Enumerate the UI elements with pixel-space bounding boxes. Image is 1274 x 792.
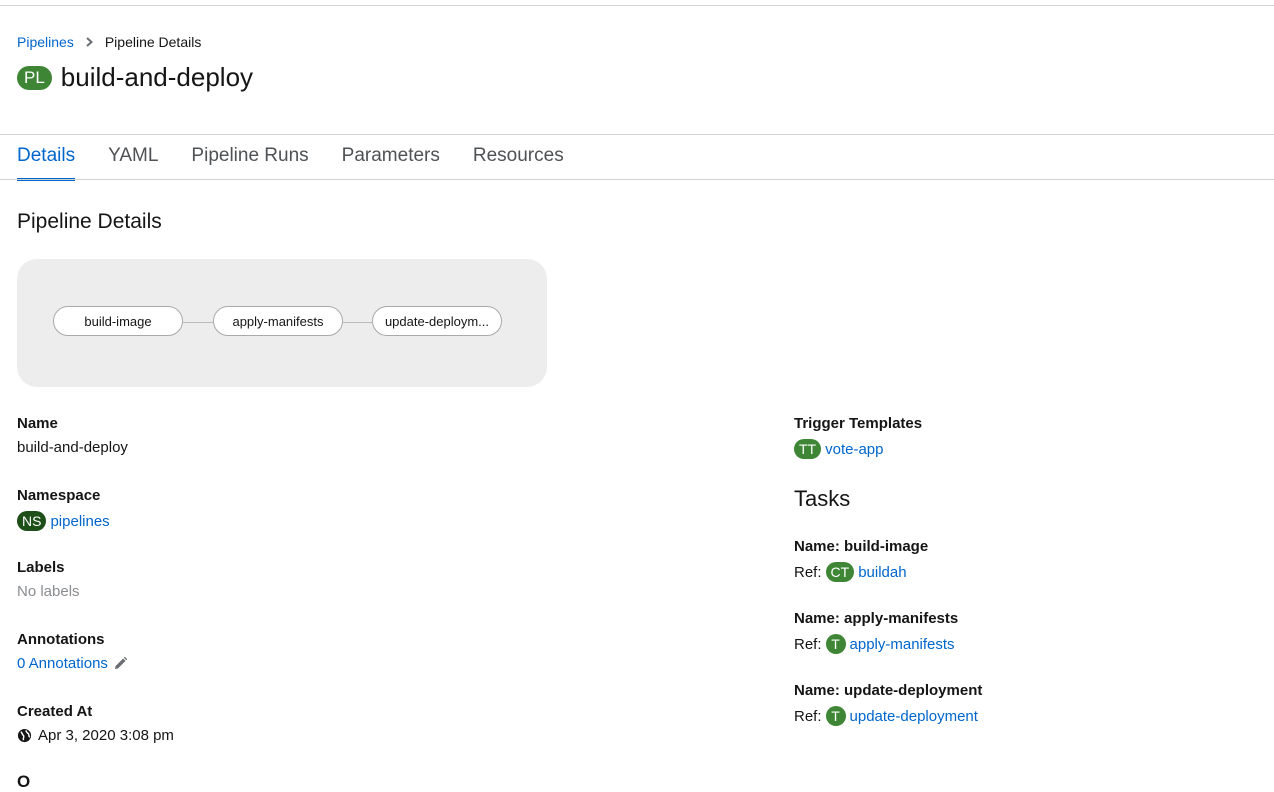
created-at-value: Apr 3, 2020 3:08 pm bbox=[38, 727, 174, 744]
tab-details[interactable]: Details bbox=[17, 135, 76, 181]
breadcrumb-current: Pipeline Details bbox=[104, 34, 202, 50]
chevron-right-icon bbox=[86, 37, 93, 47]
pipeline-edge bbox=[183, 322, 213, 323]
pipeline-node-apply-manifests[interactable]: apply-manifests bbox=[213, 306, 343, 336]
task-name: Name: build-image bbox=[794, 538, 929, 555]
task-badge: T bbox=[825, 634, 846, 654]
pipeline-edge bbox=[343, 322, 372, 323]
task-item: Name: apply-manifests Ref: T apply-manif… bbox=[794, 610, 958, 654]
namespace-label: Namespace bbox=[17, 487, 101, 504]
pipeline-node-build-image[interactable]: build-image bbox=[53, 306, 183, 336]
labels-label: Labels bbox=[17, 559, 65, 576]
labels-field: Labels No labels bbox=[17, 559, 80, 600]
namespace-field: Namespace NS pipelines bbox=[17, 487, 110, 531]
tab-pipeline-runs[interactable]: Pipeline Runs bbox=[191, 135, 308, 179]
pipeline-node-update-deployment[interactable]: update-deploym... bbox=[372, 306, 502, 336]
tab-resources[interactable]: Resources bbox=[473, 135, 564, 179]
annotations-label: Annotations bbox=[17, 631, 105, 648]
tasks-heading: Tasks bbox=[794, 486, 851, 511]
trigger-templates-field: Trigger Templates TT vote-app bbox=[794, 415, 922, 459]
breadcrumb-pipelines-link[interactable]: Pipelines bbox=[17, 34, 74, 50]
created-at-field: Created At Apr 3, 2020 3:08 pm bbox=[17, 703, 174, 744]
annotations-link[interactable]: 0 Annotations bbox=[17, 655, 108, 672]
task-ref-label: Ref: bbox=[794, 707, 822, 725]
name-label: Name bbox=[17, 415, 58, 432]
task-name: Name: apply-manifests bbox=[794, 610, 959, 627]
pipeline-visualization: build-image apply-manifests update-deplo… bbox=[17, 259, 547, 387]
task-item: Name: build-image Ref: CT buildah bbox=[794, 538, 928, 582]
task-ref-link[interactable]: update-deployment bbox=[850, 708, 978, 725]
task-ref-link[interactable]: apply-manifests bbox=[850, 636, 955, 653]
task-ref-label: Ref: bbox=[794, 635, 822, 653]
tab-yaml[interactable]: YAML bbox=[108, 135, 158, 179]
namespace-badge: NS bbox=[17, 511, 47, 531]
tabs-bottom-divider bbox=[0, 179, 1274, 180]
trigger-templates-label: Trigger Templates bbox=[794, 415, 923, 432]
globe-icon bbox=[17, 728, 32, 743]
labels-value: No labels bbox=[17, 583, 80, 600]
task-name: Name: update-deployment bbox=[794, 682, 983, 699]
owner-label-clipped: O bbox=[17, 772, 31, 791]
trigger-template-link[interactable]: vote-app bbox=[825, 441, 883, 458]
breadcrumb: Pipelines Pipeline Details bbox=[17, 34, 201, 50]
cluster-task-badge: CT bbox=[825, 562, 855, 582]
task-ref-link[interactable]: buildah bbox=[858, 564, 906, 581]
pencil-icon[interactable] bbox=[113, 656, 128, 671]
tab-bar: Details YAML Pipeline Runs Parameters Re… bbox=[17, 135, 597, 181]
page-title: build-and-deploy bbox=[60, 62, 254, 92]
tab-parameters[interactable]: Parameters bbox=[342, 135, 440, 179]
created-at-label: Created At bbox=[17, 703, 93, 720]
task-item: Name: update-deployment Ref: T update-de… bbox=[794, 682, 982, 726]
page-header: PL build-and-deploy bbox=[17, 62, 253, 93]
task-ref-label: Ref: bbox=[794, 563, 822, 581]
section-title: Pipeline Details bbox=[17, 210, 162, 233]
annotations-field: Annotations 0 Annotations bbox=[17, 631, 128, 672]
task-badge: T bbox=[825, 706, 846, 726]
namespace-link[interactable]: pipelines bbox=[50, 513, 109, 530]
name-field: Name build-and-deploy bbox=[17, 415, 128, 456]
pipeline-badge: PL bbox=[17, 65, 52, 90]
name-value: build-and-deploy bbox=[17, 439, 128, 456]
trigger-template-badge: TT bbox=[794, 439, 822, 459]
top-divider bbox=[0, 5, 1274, 6]
